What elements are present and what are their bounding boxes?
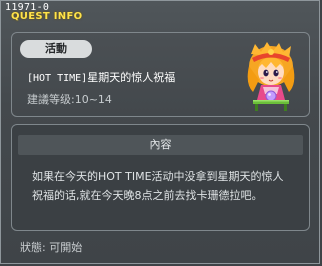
quest-status: 狀態: 可開始	[20, 241, 83, 254]
quest-category-badge: 活動	[20, 40, 92, 58]
content-header: 內容	[18, 135, 303, 155]
content-body: 如果在今天的HOT TIME活动中没拿到星期天的惊人 祝福的话,就在今天晚8点之…	[32, 167, 302, 205]
quest-content-panel: 內容 如果在今天的HOT TIME活动中没拿到星期天的惊人 祝福的话,就在今天晚…	[11, 124, 310, 231]
window-title: QUEST INFO	[11, 11, 83, 22]
title-bar[interactable]: 11971-0 QUEST INFO	[3, 2, 203, 24]
quest-summary-card: 活動 [HOT TIME]星期天的惊人祝福 建議等级:10~14	[11, 32, 310, 117]
content-line-2: 祝福的话,就在今天晚8点之前去找卡珊德拉吧。	[32, 189, 263, 202]
quest-name-prefix: [HOT TIME]	[27, 73, 88, 84]
quest-name-text: 星期天的惊人祝福	[87, 71, 176, 84]
npc-girl-portrait-icon	[241, 40, 301, 112]
quest-name: [HOT TIME]星期天的惊人祝福	[27, 69, 175, 85]
content-line-1: 如果在今天的HOT TIME活动中没拿到星期天的惊人	[32, 170, 284, 183]
quest-info-window: 11971-0 QUEST INFO 活動 [HOT TIME]星期天的惊人祝福…	[0, 0, 320, 264]
recommended-level: 建議等级:10~14	[27, 93, 112, 106]
